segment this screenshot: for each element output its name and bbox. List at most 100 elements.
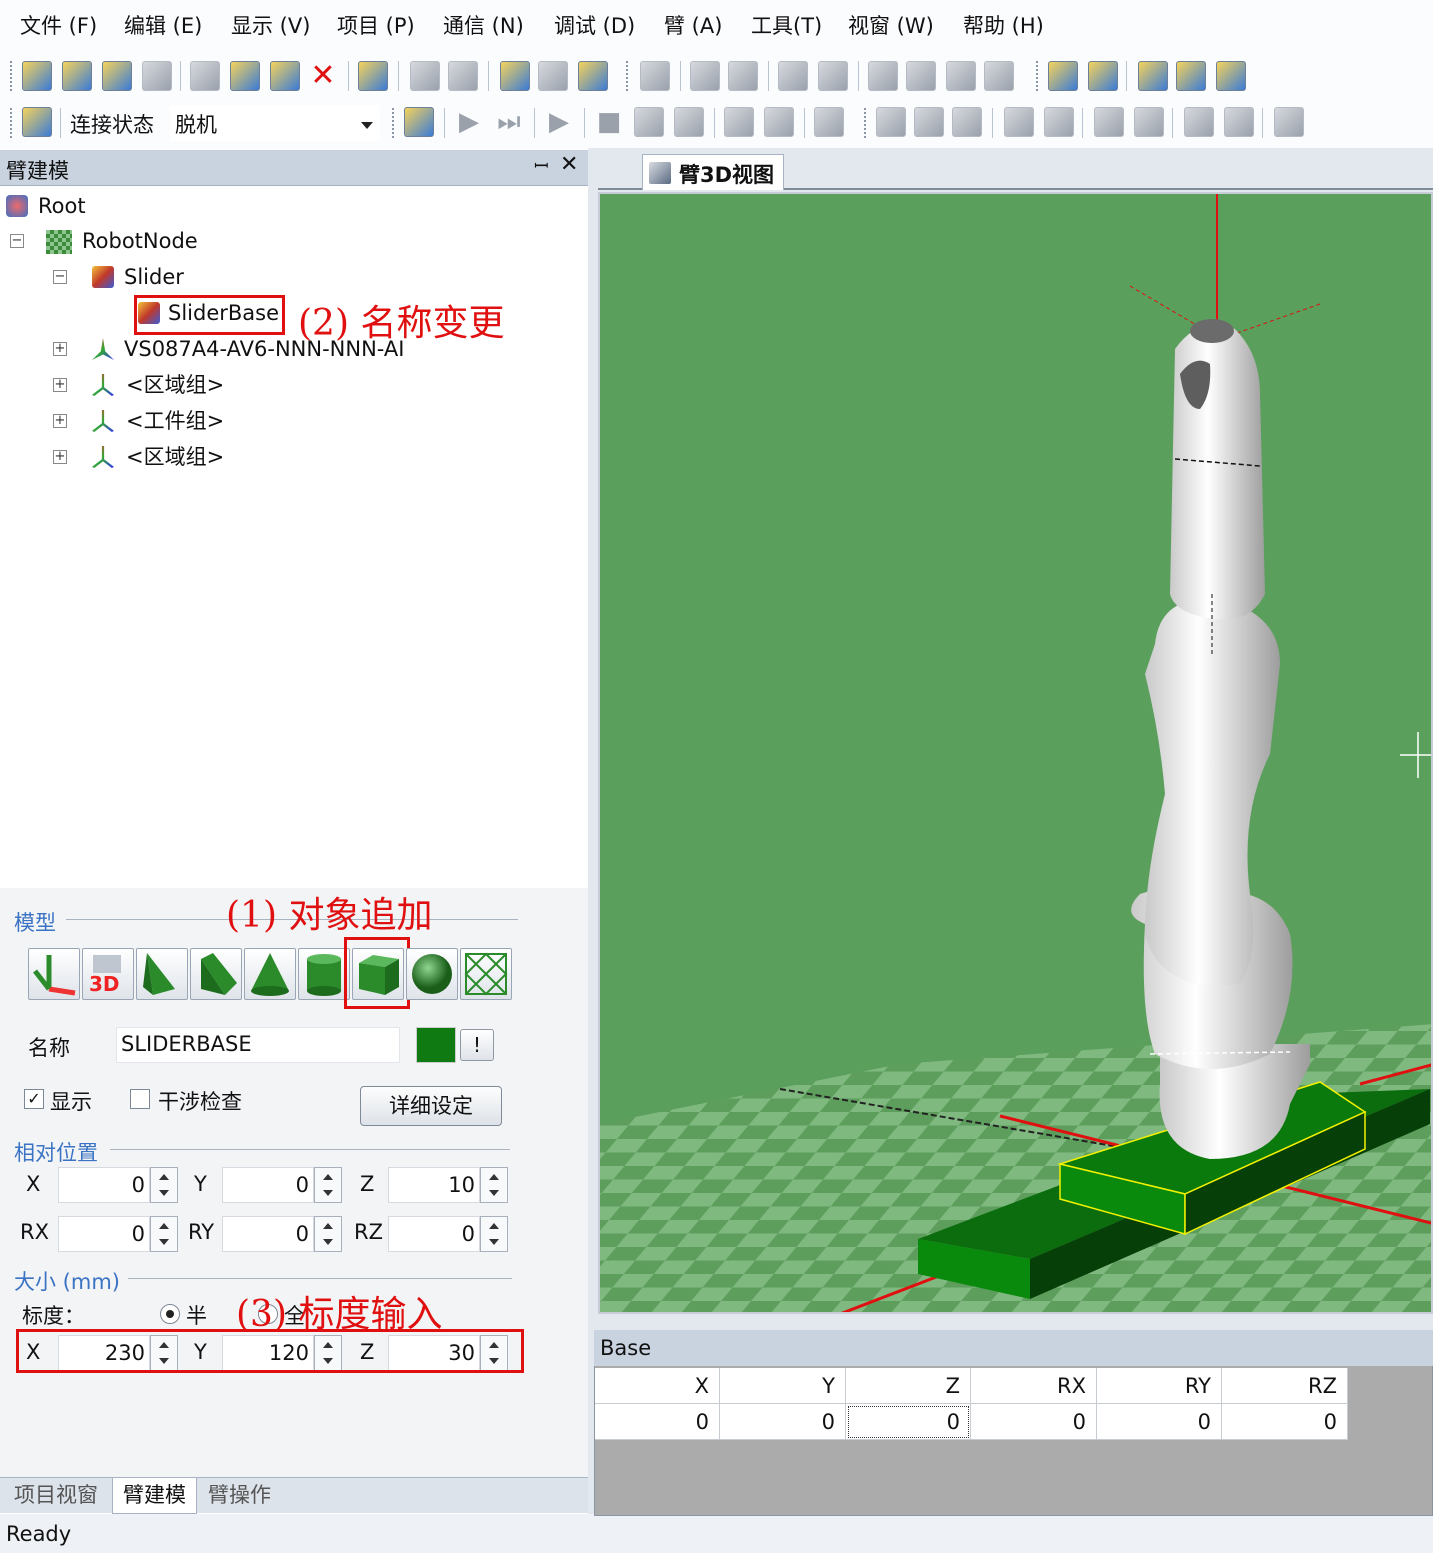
display-checkbox[interactable]: ✓ bbox=[24, 1089, 44, 1109]
menu-edit[interactable]: 编辑 (E) bbox=[124, 10, 202, 40]
arm-move2-icon[interactable] bbox=[914, 107, 944, 137]
save-icon[interactable] bbox=[142, 61, 172, 91]
base-value-z[interactable]: 0 bbox=[846, 1404, 971, 1440]
expand-icon[interactable]: + bbox=[53, 378, 67, 392]
pos-rz-input[interactable]: 0 bbox=[388, 1216, 480, 1252]
add-cylinder-button[interactable] bbox=[298, 948, 350, 1000]
redo-icon[interactable] bbox=[448, 61, 478, 91]
interference-checkbox[interactable] bbox=[130, 1089, 150, 1109]
pos-rz-spinner[interactable] bbox=[480, 1216, 508, 1252]
collapse-icon[interactable]: − bbox=[10, 234, 24, 248]
expand-icon[interactable]: + bbox=[53, 450, 67, 464]
close-icon[interactable]: ✕ bbox=[560, 152, 578, 177]
menu-tools[interactable]: 工具(T) bbox=[751, 10, 822, 40]
menu-debug[interactable]: 调试 (D) bbox=[554, 10, 635, 40]
cycle-run-icon[interactable]: ▶ bbox=[544, 107, 574, 137]
format-icon[interactable] bbox=[640, 61, 670, 91]
add-wedge-button[interactable] bbox=[136, 948, 188, 1000]
menu-window[interactable]: 视窗 (W) bbox=[848, 10, 934, 40]
pos-ry-input[interactable]: 0 bbox=[222, 1216, 314, 1252]
camera-icon[interactable] bbox=[1184, 107, 1214, 137]
toolbar-grip[interactable] bbox=[1036, 61, 1039, 91]
base-value-ry[interactable]: 0 bbox=[1097, 1404, 1222, 1440]
pos-y-input[interactable]: 0 bbox=[222, 1167, 314, 1203]
table-icon[interactable] bbox=[1088, 61, 1118, 91]
open-folder-icon[interactable] bbox=[62, 61, 92, 91]
base-value-rz[interactable]: 0 bbox=[1222, 1404, 1348, 1440]
menu-view[interactable]: 显示 (V) bbox=[231, 10, 310, 40]
menu-help[interactable]: 帮助 (H) bbox=[963, 10, 1044, 40]
step-into-icon[interactable] bbox=[634, 107, 664, 137]
footprint-icon[interactable] bbox=[1274, 107, 1304, 137]
tab-project-view[interactable]: 项目视窗 bbox=[4, 1478, 108, 1514]
connect-icon[interactable] bbox=[22, 107, 52, 137]
new-file-icon[interactable] bbox=[22, 61, 52, 91]
pos-z-spinner[interactable] bbox=[480, 1167, 508, 1203]
undo-icon[interactable] bbox=[410, 61, 440, 91]
bookmark-clear-icon[interactable] bbox=[984, 61, 1014, 91]
outdent-icon[interactable] bbox=[728, 61, 758, 91]
toolbar-grip[interactable] bbox=[864, 108, 867, 138]
base-value-rx[interactable]: 0 bbox=[971, 1404, 1097, 1440]
simulation-icon[interactable] bbox=[1216, 61, 1246, 91]
scale-half-radio[interactable] bbox=[160, 1304, 180, 1324]
tab-arm-operation[interactable]: 臂操作 bbox=[198, 1478, 281, 1514]
io-icon[interactable] bbox=[1176, 61, 1206, 91]
base-value-x[interactable]: 0 bbox=[595, 1404, 720, 1440]
pos-ry-spinner[interactable] bbox=[314, 1216, 342, 1252]
pos-rx-input[interactable]: 0 bbox=[58, 1216, 150, 1252]
menu-file[interactable]: 文件 (F) bbox=[20, 10, 97, 40]
paste-icon[interactable] bbox=[270, 61, 300, 91]
robot-settings-icon[interactable] bbox=[1138, 61, 1168, 91]
arm-move-icon[interactable] bbox=[876, 107, 906, 137]
add-sphere-button[interactable] bbox=[406, 948, 458, 1000]
color-picker-button[interactable]: ! bbox=[460, 1029, 494, 1061]
view-icon[interactable] bbox=[1094, 107, 1124, 137]
tab-arm-3d-view[interactable]: 臂3D视图 bbox=[642, 154, 784, 190]
indent-icon[interactable] bbox=[690, 61, 720, 91]
step-back-icon[interactable] bbox=[724, 107, 754, 137]
arm-move3-icon[interactable] bbox=[952, 107, 982, 137]
hand-icon[interactable] bbox=[814, 107, 844, 137]
pos-x-input[interactable]: 0 bbox=[58, 1167, 150, 1203]
tab-arm-modeling[interactable]: 臂建模 bbox=[112, 1478, 197, 1514]
pin-icon[interactable]: ꟷ bbox=[534, 154, 549, 178]
step-run-icon[interactable]: ⏭ bbox=[494, 107, 524, 137]
delete-icon[interactable]: ✕ bbox=[308, 61, 338, 91]
check-icon[interactable] bbox=[538, 61, 568, 91]
toolbar-grip[interactable] bbox=[10, 108, 13, 138]
3d-viewport[interactable] bbox=[598, 192, 1433, 1314]
pos-y-spinner[interactable] bbox=[314, 1167, 342, 1203]
add-program-icon[interactable] bbox=[500, 61, 530, 91]
collapse-icon[interactable]: − bbox=[53, 270, 67, 284]
pos-z-input[interactable]: 10 bbox=[388, 1167, 480, 1203]
variables-icon[interactable] bbox=[1048, 61, 1078, 91]
save-all-icon[interactable] bbox=[102, 61, 132, 91]
color-swatch[interactable] bbox=[416, 1027, 456, 1063]
toolbar-grip[interactable] bbox=[626, 61, 629, 91]
view2-icon[interactable] bbox=[1134, 107, 1164, 137]
menu-communication[interactable]: 通信 (N) bbox=[443, 10, 524, 40]
base-value-y[interactable]: 0 bbox=[720, 1404, 846, 1440]
bookmark-prev-icon[interactable] bbox=[946, 61, 976, 91]
pos-rx-spinner[interactable] bbox=[150, 1216, 178, 1252]
add-3d-model-button[interactable]: 3D bbox=[82, 948, 134, 1000]
add-prism-button[interactable] bbox=[190, 948, 242, 1000]
bookmark-next-icon[interactable] bbox=[906, 61, 936, 91]
run-icon[interactable]: ▶ bbox=[454, 107, 484, 137]
expand-icon[interactable]: + bbox=[53, 414, 67, 428]
bookmark-icon[interactable] bbox=[868, 61, 898, 91]
toolbar-grip[interactable] bbox=[10, 61, 13, 91]
add-frame-button[interactable] bbox=[28, 948, 80, 1000]
connection-state-select[interactable]: 脱机 bbox=[170, 105, 380, 141]
menu-project[interactable]: 项目 (P) bbox=[337, 10, 415, 40]
arm-link2-icon[interactable] bbox=[1044, 107, 1074, 137]
cut-icon[interactable] bbox=[190, 61, 220, 91]
stop-icon[interactable]: ■ bbox=[594, 107, 624, 137]
program-download-icon[interactable] bbox=[404, 107, 434, 137]
name-input[interactable]: SLIDERBASE bbox=[116, 1027, 400, 1063]
copy-icon[interactable] bbox=[230, 61, 260, 91]
find-icon[interactable] bbox=[358, 61, 388, 91]
toolbar-grip[interactable] bbox=[392, 108, 395, 138]
menu-arm[interactable]: 臂 (A) bbox=[664, 10, 722, 40]
